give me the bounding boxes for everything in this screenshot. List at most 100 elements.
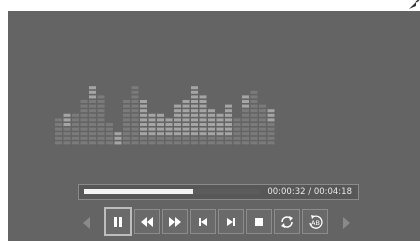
eq-column: [267, 109, 275, 145]
eq-segment: [182, 109, 190, 113]
eq-segment: [208, 123, 215, 126]
eq-segment: [208, 109, 215, 113]
eq-segment: [157, 132, 164, 136]
eq-segment: [131, 127, 139, 131]
eq-segment: [97, 141, 105, 145]
eq-segment: [131, 136, 139, 140]
eq-segment: [242, 123, 249, 126]
eq-segment: [191, 109, 198, 113]
ab-repeat-icon: AB: [309, 214, 323, 229]
eq-segment: [225, 104, 232, 108]
chevron-right-icon[interactable]: [342, 216, 352, 230]
eq-segment: [131, 104, 139, 108]
eq-segment: [208, 113, 215, 117]
eq-segment: [233, 132, 241, 136]
eq-segment: [63, 123, 71, 126]
pause-button[interactable]: [104, 207, 132, 236]
repeat-button[interactable]: [274, 209, 300, 234]
ab-repeat-button[interactable]: AB: [302, 209, 328, 234]
eq-segment: [157, 141, 164, 145]
eq-segment: [199, 104, 207, 108]
eq-segment: [131, 95, 139, 99]
eq-segment: [216, 118, 224, 122]
eq-segment: [233, 118, 241, 122]
skip-back-icon: [199, 217, 207, 226]
eq-segment: [80, 136, 88, 140]
eq-segment: [148, 132, 156, 136]
eq-column: [191, 86, 198, 145]
eq-segment: [72, 141, 79, 145]
eq-segment: [106, 132, 113, 136]
eq-segment: [80, 109, 88, 113]
eq-segment: [174, 132, 181, 136]
eq-segment: [123, 127, 130, 131]
eq-segment: [199, 141, 207, 145]
eq-column: [63, 113, 71, 145]
eq-segment: [72, 118, 79, 122]
eq-segment: [182, 127, 190, 131]
eq-segment: [242, 118, 249, 122]
eq-segment: [267, 113, 275, 117]
eq-segment: [72, 123, 79, 126]
eq-segment: [165, 132, 173, 136]
eq-segment: [259, 127, 266, 131]
eq-segment: [267, 136, 275, 140]
eq-segment: [123, 104, 130, 108]
eq-segment: [123, 109, 130, 113]
media-player: 00:00:32 / 00:04:18 AB: [8, 11, 420, 241]
eq-segment: [114, 132, 122, 136]
eq-segment: [140, 100, 147, 103]
eq-segment: [89, 109, 96, 113]
eq-segment: [123, 136, 130, 140]
eq-segment: [97, 136, 105, 140]
eq-segment: [191, 118, 198, 122]
eq-segment: [242, 100, 249, 103]
eq-segment: [123, 123, 130, 126]
eq-segment: [131, 132, 139, 136]
eq-segment: [191, 136, 198, 140]
eq-column: [182, 100, 190, 145]
eq-segment: [242, 95, 249, 99]
rewind-button[interactable]: [134, 209, 160, 234]
eq-segment: [55, 123, 62, 126]
eq-segment: [140, 113, 147, 117]
eq-segment: [97, 118, 105, 122]
eq-segment: [259, 113, 266, 117]
eq-segment: [242, 141, 249, 145]
eq-segment: [267, 141, 275, 145]
eq-segment: [140, 136, 147, 140]
eq-segment: [174, 113, 181, 117]
eq-column: [80, 100, 88, 145]
fast-forward-button[interactable]: [162, 209, 188, 234]
stop-button[interactable]: [246, 209, 272, 234]
eq-segment: [225, 127, 232, 131]
eq-segment: [123, 113, 130, 117]
eq-segment: [89, 100, 96, 103]
time-total: 00:04:18: [313, 187, 352, 197]
eq-segment: [250, 136, 258, 140]
eq-segment: [191, 141, 198, 145]
corner-arrow-icon: [409, 0, 420, 9]
eq-segment: [216, 123, 224, 126]
eq-segment: [89, 123, 96, 126]
eq-segment: [148, 113, 156, 117]
eq-segment: [80, 100, 88, 103]
eq-segment: [55, 136, 62, 140]
eq-segment: [89, 90, 96, 94]
skip-forward-icon: [227, 217, 235, 226]
eq-segment: [216, 127, 224, 131]
previous-track-button[interactable]: [190, 209, 216, 234]
chevron-left-icon[interactable]: [81, 216, 91, 230]
eq-segment: [216, 132, 224, 136]
eq-segment: [225, 132, 232, 136]
eq-segment: [250, 113, 258, 117]
next-track-button[interactable]: [218, 209, 244, 234]
eq-segment: [259, 136, 266, 140]
eq-segment: [148, 141, 156, 145]
progress-track[interactable]: [84, 189, 260, 194]
eq-segment: [140, 123, 147, 126]
eq-column: [199, 95, 207, 145]
eq-segment: [157, 136, 164, 140]
progress-bar[interactable]: 00:00:32 / 00:04:18: [78, 184, 359, 200]
eq-segment: [140, 132, 147, 136]
